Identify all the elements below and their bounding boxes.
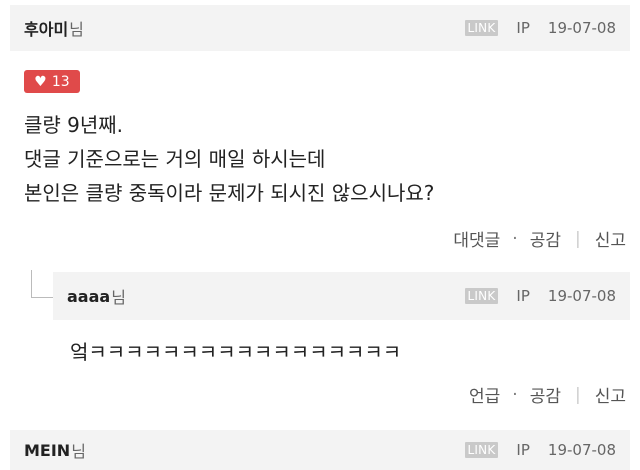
ip-label: IP xyxy=(516,287,530,305)
mention-button[interactable]: 언급 xyxy=(469,382,500,407)
heart-icon: ♥ xyxy=(34,73,47,90)
next-comment-nickname[interactable]: MEIN xyxy=(24,441,70,460)
next-comment-header: MEIN 님 LINK IP 19-07-08 xyxy=(10,430,630,470)
link-button[interactable]: LINK xyxy=(464,442,499,458)
comment-line: 클량 9년째. xyxy=(24,113,124,137)
next-comment-date: 19-07-08 xyxy=(547,441,616,459)
reply-actions: 언급 · 공감 | 신고 xyxy=(469,382,626,408)
comment-meta: LINK IP 19-07-08 xyxy=(464,19,616,37)
reply-connector-line xyxy=(31,270,54,298)
nickname-suffix: 님 xyxy=(111,288,126,307)
reply-date: 19-07-08 xyxy=(547,287,616,305)
link-button[interactable]: LINK xyxy=(464,288,499,304)
comment-body: 클량 9년째. 댓글 기준으로는 거의 매일 하시는데 본인은 클량 중독이라 … xyxy=(24,108,434,210)
like-count: 13 xyxy=(51,73,70,90)
reply-button[interactable]: 대댓글 xyxy=(453,226,500,251)
nickname-suffix: 님 xyxy=(71,442,86,461)
divider: | xyxy=(574,384,581,405)
report-button[interactable]: 신고 xyxy=(595,226,626,251)
like-count-badge: ♥ 13 xyxy=(24,70,80,93)
reply-meta: LINK IP 19-07-08 xyxy=(464,287,616,305)
nickname-suffix: 님 xyxy=(69,20,84,39)
link-button[interactable]: LINK xyxy=(464,20,499,36)
like-button[interactable]: 공감 xyxy=(530,382,561,407)
comment-line: 댓글 기준으로는 거의 매일 하시는데 xyxy=(24,147,326,171)
comment-date: 19-07-08 xyxy=(547,19,616,37)
reply-body: 엌ㅋㅋㅋㅋㅋㅋㅋㅋㅋㅋㅋㅋㅋㅋㅋㅋㅋ xyxy=(70,340,402,364)
like-button[interactable]: 공감 xyxy=(530,226,561,251)
comment-actions: 대댓글 · 공감 | 신고 xyxy=(453,226,626,252)
separator-dot: · xyxy=(512,228,518,249)
reply-header: aaaa 님 LINK IP 19-07-08 xyxy=(53,272,630,320)
ip-label: IP xyxy=(516,441,530,459)
divider: | xyxy=(574,228,581,249)
comment-nickname[interactable]: 후아미 xyxy=(24,16,68,40)
ip-label: IP xyxy=(516,19,530,37)
separator-dot: · xyxy=(512,384,518,405)
report-button[interactable]: 신고 xyxy=(595,382,626,407)
comment-line: 본인은 클량 중독이라 문제가 되시진 않으시나요? xyxy=(24,181,435,205)
next-comment-meta: LINK IP 19-07-08 xyxy=(464,441,616,459)
comment-header: 후아미 님 LINK IP 19-07-08 xyxy=(10,5,630,51)
reply-nickname[interactable]: aaaa xyxy=(67,287,110,306)
